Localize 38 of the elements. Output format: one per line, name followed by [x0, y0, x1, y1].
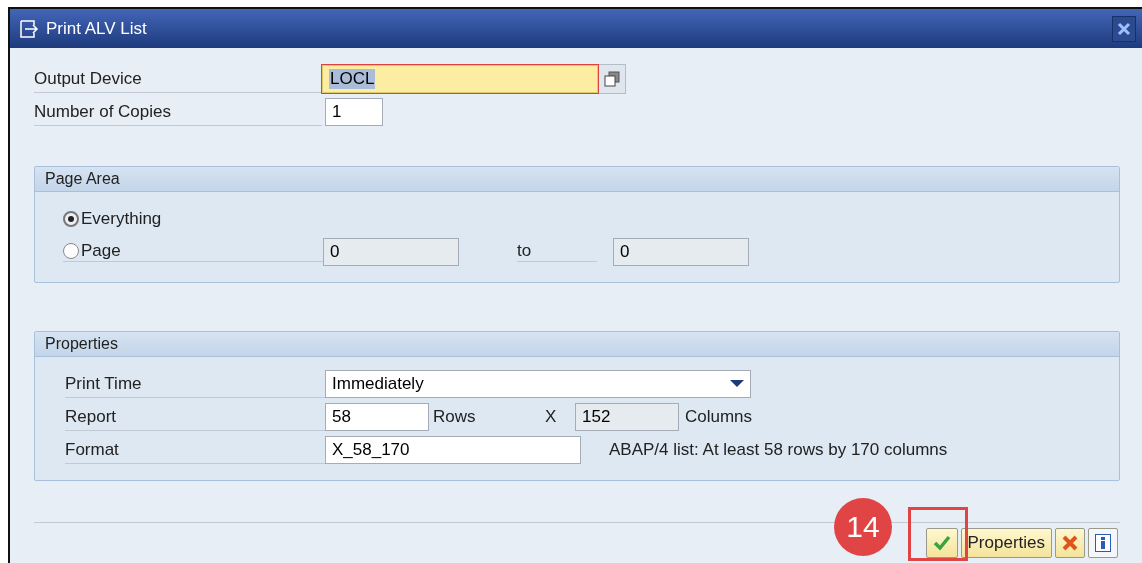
columns-label: Columns — [684, 406, 753, 427]
cancel-button[interactable] — [1055, 528, 1085, 558]
info-icon — [1095, 534, 1111, 552]
properties-button[interactable]: Properties — [960, 528, 1052, 558]
rows-label: Rows — [432, 406, 477, 427]
value-help-button[interactable] — [598, 63, 626, 94]
group-title: Page Area — [35, 167, 1119, 192]
radio-circle[interactable] — [63, 210, 79, 227]
field-label: Number of Copies — [34, 97, 322, 126]
to-label: to — [517, 241, 597, 262]
checkmark-icon — [932, 535, 951, 551]
copies-field[interactable]: 1 — [325, 97, 383, 126]
page-to-field[interactable]: 0 — [613, 237, 749, 266]
output-device-field[interactable]: LOCL — [322, 64, 598, 93]
field-label: Format — [65, 435, 325, 464]
highlight-frame — [908, 507, 968, 561]
print-time-dropdown[interactable]: Immediately — [325, 369, 751, 398]
format-field[interactable]: X_58_170 — [325, 435, 581, 464]
columns-field[interactable]: 152 — [575, 402, 679, 431]
confirm-button[interactable] — [925, 528, 958, 558]
radio-option[interactable]: Everything — [63, 208, 162, 229]
page-from-field[interactable]: 0 — [323, 237, 459, 266]
rows-field[interactable]: 58 — [325, 402, 429, 431]
radio-option[interactable]: Page — [63, 241, 121, 261]
field-label: Report — [65, 402, 325, 431]
close-button[interactable] — [1112, 15, 1136, 42]
close-icon — [1062, 535, 1078, 551]
window-title: Print ALV List — [46, 18, 147, 39]
group-title: Properties — [35, 332, 1119, 357]
print-list-icon — [20, 19, 40, 38]
field-label: Print Time — [65, 369, 325, 398]
info-button[interactable] — [1088, 528, 1118, 558]
format-note: ABAP/4 list: At least 58 rows by 170 columns — [609, 439, 948, 460]
x-label: X — [545, 406, 558, 427]
close-icon — [1117, 21, 1131, 36]
copy-icon — [604, 70, 620, 87]
radio-circle[interactable] — [63, 243, 79, 259]
dropdown-arrow-icon — [730, 379, 744, 388]
